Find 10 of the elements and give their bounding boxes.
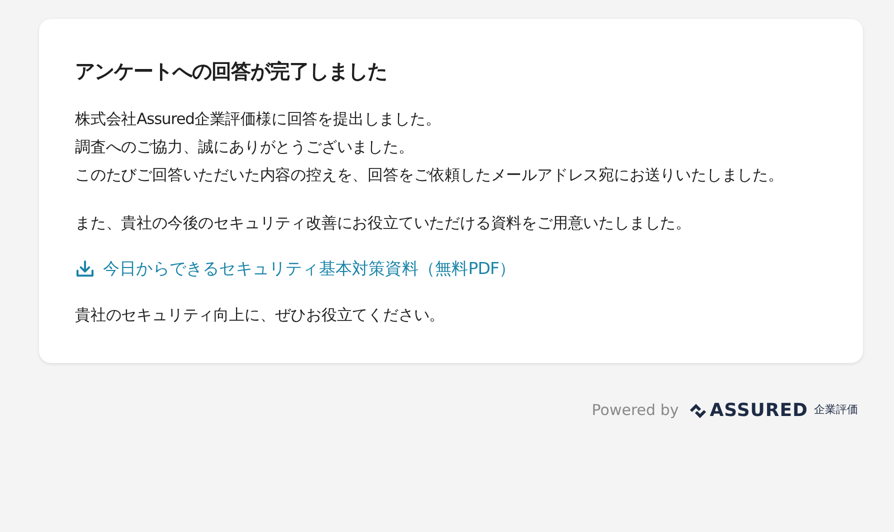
download-icon xyxy=(75,259,95,279)
offer-text: また、貴社の今後のセキュリティ改善にお役立ていただける資料をご用意いたしました。 xyxy=(75,213,692,234)
message-text: このたびご回答いただいた内容の控えを、回答をご依頼したメールアドレス宛にお送りいたしました。 xyxy=(75,165,784,186)
message-text: 株式会社Assured企業評価様に回答を提出しました。 xyxy=(75,109,442,130)
card-title: アンケートへの回答が完了しました xyxy=(75,58,388,85)
brand-logo: ASSURED 企業評価 xyxy=(688,397,858,424)
closing-text: 貴社のセキュリティ向上に、ぜひお役立てください。 xyxy=(75,305,446,326)
download-link[interactable]: 今日からできるセキュリティ基本対策資料（無料PDF） xyxy=(75,255,516,283)
powered-by-text: Powered by xyxy=(592,400,679,422)
message-text: 調査へのご協力、誠にありがとうございました。 xyxy=(75,137,415,158)
